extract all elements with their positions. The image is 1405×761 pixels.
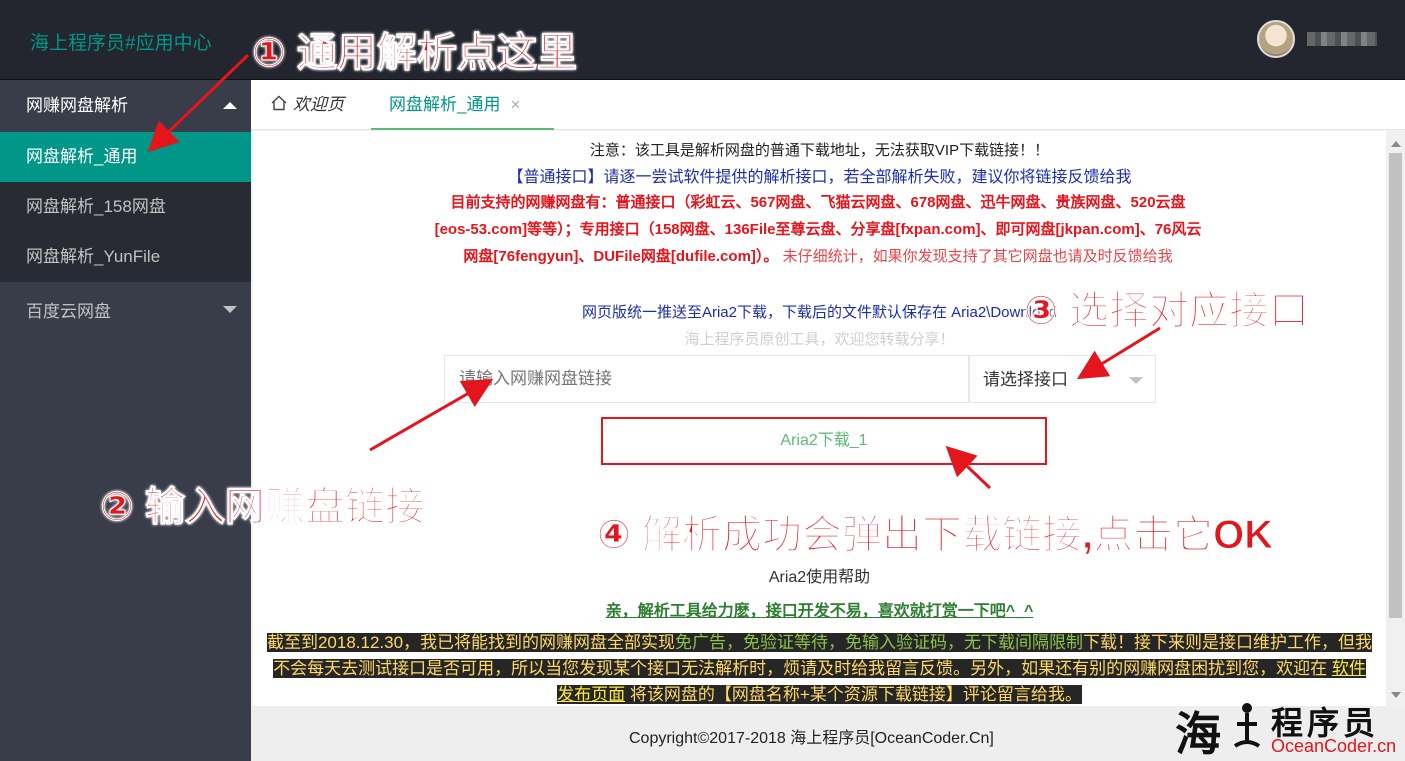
tab-general[interactable]: 网盘解析_通用 × [371, 80, 554, 130]
content-frame: 注意：该工具是解析网盘的普通下载地址，无法获取VIP下载链接！！ 【普通接口】请… [253, 131, 1386, 706]
tab-home-label: 欢迎页 [293, 95, 344, 114]
sidebar-item-yunfile[interactable]: 网盘解析_YunFile [0, 232, 251, 282]
tab-general-label: 网盘解析_通用 [389, 95, 501, 114]
username-blurred[interactable] [1307, 32, 1377, 46]
sidebar: 网赚网盘解析 网盘解析_通用 网盘解析_158网盘 网盘解析_YunFile 百… [0, 80, 251, 761]
annotation-1: ① 通用解析点这里 [252, 31, 578, 76]
input-row: 请选择接口 [444, 355, 1156, 403]
supported-list-note: 未仔细统计，如果你发现支持了其它网盘也请及时反馈给我 [782, 248, 1173, 265]
nav-submenu: 网盘解析_通用 网盘解析_158网盘 网盘解析_YunFile [0, 132, 251, 282]
close-icon[interactable]: × [510, 95, 520, 114]
avatar[interactable] [1257, 20, 1295, 58]
nav-group-label: 百度云网盘 [26, 302, 111, 321]
notice-text: 注意：该工具是解析网盘的普通下载地址，无法获取VIP下载链接！！ [589, 142, 1050, 159]
annotation-4: ④ 解析成功会弹出下载链接,点击它OK [596, 513, 1274, 558]
user-menu[interactable] [1257, 20, 1377, 58]
home-icon [271, 95, 287, 111]
interface-select[interactable]: 请选择接口 [969, 355, 1156, 403]
nav-group-wangzhuan[interactable]: 网赚网盘解析 [0, 80, 251, 132]
brand-big-char: 海 [1175, 707, 1221, 761]
top-header: 海上程序员#应用中心 [0, 0, 1405, 80]
person-icon [1233, 703, 1261, 748]
interface-select-value: 请选择接口 [983, 370, 1068, 389]
aria2-help-link[interactable]: Aria2使用帮助 [253, 563, 1386, 587]
tab-home[interactable]: 欢迎页 [271, 80, 344, 130]
annotation-3: ③ 选择对应接口 [1024, 289, 1310, 334]
update-note-features: 免广告，免验证等待，免输入验证码，无下载间隔限制 [675, 633, 1084, 652]
interface-hint: 【普通接口】请逐一尝试软件提供的解析接口，若全部解析失败，建议你将链接反馈给我 [507, 169, 1132, 186]
chevron-up-icon [223, 102, 237, 109]
nav-group-label: 网赚网盘解析 [26, 96, 128, 115]
scroll-up-icon[interactable] [1391, 141, 1401, 147]
supported-list: 目前支持的网赚网盘有：普通接口（彩虹云、567网盘、飞猫云网盘、678网盘、迅牛… [433, 189, 1203, 270]
content-scrollbar[interactable] [1386, 131, 1405, 706]
update-note-d: 将该网盘的【网盘名称+某个资源下载链接】评论留言给我。 [625, 685, 1082, 704]
nav-group-baidu[interactable]: 百度云网盘 [0, 282, 251, 342]
sidebar-item-general[interactable]: 网盘解析_通用 [0, 132, 251, 182]
donate-link[interactable]: 亲，解析工具给力麽，接口开发不易，喜欢就打赏一下吧^_^ [253, 597, 1386, 621]
copyright-text: Copyright©2017-2018 海上程序员[OceanCoder.Cn] [629, 730, 994, 747]
app-logo[interactable]: 海上程序员#应用中心 [30, 28, 212, 55]
chevron-down-icon [1129, 377, 1143, 384]
sidebar-item-158[interactable]: 网盘解析_158网盘 [0, 182, 251, 232]
annotation-2: ② 输入网赚盘链接 [100, 485, 426, 530]
brand-watermark: 海 程序员 OceanCoder.cn [1175, 694, 1405, 761]
brand-en: OceanCoder.cn [1271, 736, 1397, 756]
scroll-thumb[interactable] [1389, 153, 1402, 618]
aria2-download-button[interactable]: Aria2下载_1 [601, 417, 1047, 465]
chevron-down-icon [223, 306, 237, 313]
link-input[interactable] [444, 355, 969, 403]
tab-bar: 欢迎页 网盘解析_通用 × [251, 80, 1405, 130]
update-note-a: 截至到2018.12.30，我已将能找到的网赚网盘全部实现 [266, 633, 676, 652]
